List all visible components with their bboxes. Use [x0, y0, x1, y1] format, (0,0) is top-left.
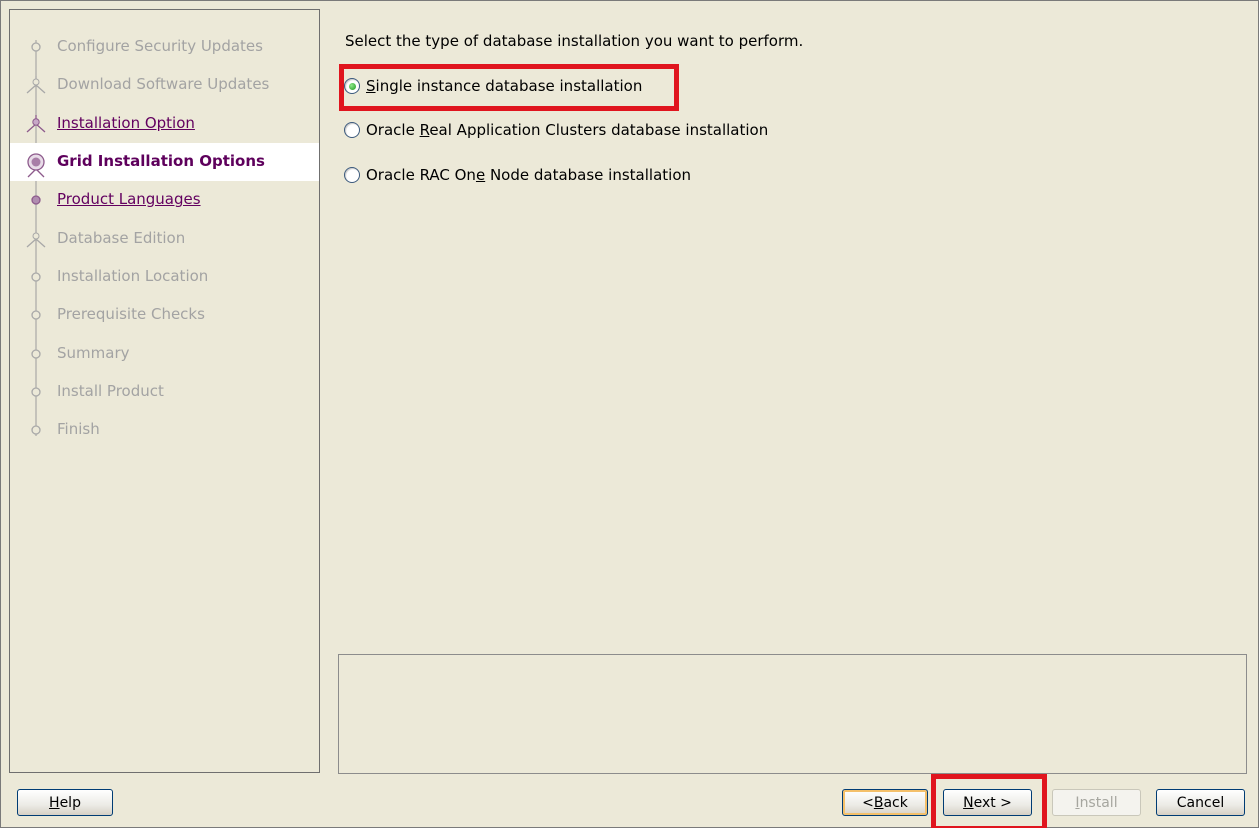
end-icon	[31, 425, 41, 435]
dot-icon	[31, 42, 41, 52]
step-installation-option[interactable]: Installation Option	[10, 105, 319, 143]
step-label: Finish	[57, 420, 100, 438]
step-prerequisite-checks: Prerequisite Checks	[10, 296, 319, 334]
installation-type-prompt: Select the type of database installation…	[345, 32, 804, 50]
help-button[interactable]: Help	[17, 789, 113, 816]
step-label: Summary	[57, 344, 130, 362]
highlight-box-next	[931, 774, 1047, 828]
step-configure-security-updates: Configure Security Updates	[10, 28, 319, 66]
current-step-icon	[27, 153, 45, 178]
back-button[interactable]: < Back	[842, 789, 928, 816]
step-finish: Finish	[10, 411, 319, 449]
step-label: Grid Installation Options	[57, 152, 265, 170]
step-grid-installation-options: Grid Installation Options	[10, 143, 319, 181]
installer-window: Configure Security Updates Download Soft…	[0, 0, 1259, 828]
dot-icon	[31, 387, 41, 397]
step-label: Configure Security Updates	[57, 37, 263, 55]
fork-icon	[26, 230, 46, 248]
option-label: Oracle Real Application Clusters databas…	[366, 121, 769, 139]
dot-icon	[31, 195, 41, 205]
dot-icon	[31, 272, 41, 282]
step-product-languages[interactable]: Product Languages	[10, 181, 319, 219]
step-label[interactable]: Product Languages	[57, 190, 201, 208]
dot-icon	[31, 310, 41, 320]
option-rac[interactable]: Oracle Real Application Clusters databas…	[344, 118, 768, 142]
option-label: Oracle RAC One Node database installatio…	[366, 166, 692, 184]
step-installation-location: Installation Location	[10, 258, 319, 296]
step-install-product: Install Product	[10, 373, 319, 411]
step-download-software-updates: Download Software Updates	[10, 66, 319, 104]
step-label: Install Product	[57, 382, 164, 400]
dot-icon	[31, 349, 41, 359]
step-label: Database Edition	[57, 229, 186, 247]
radio-button[interactable]	[344, 167, 360, 183]
message-area	[338, 654, 1247, 774]
install-button[interactable]: Install	[1052, 789, 1141, 816]
highlight-box-single-instance	[339, 64, 679, 111]
step-label[interactable]: Installation Option	[57, 114, 195, 132]
cancel-button[interactable]: Cancel	[1156, 789, 1245, 816]
step-database-edition: Database Edition	[10, 220, 319, 258]
radio-button[interactable]	[344, 122, 360, 138]
step-label: Prerequisite Checks	[57, 305, 205, 323]
option-rac-one-node[interactable]: Oracle RAC One Node database installatio…	[344, 163, 691, 187]
step-summary: Summary	[10, 335, 319, 373]
step-navigation-sidebar: Configure Security Updates Download Soft…	[9, 9, 320, 773]
fork-icon	[26, 115, 46, 133]
step-label: Installation Location	[57, 267, 209, 285]
step-label: Download Software Updates	[57, 75, 270, 93]
fork-icon	[26, 76, 46, 94]
